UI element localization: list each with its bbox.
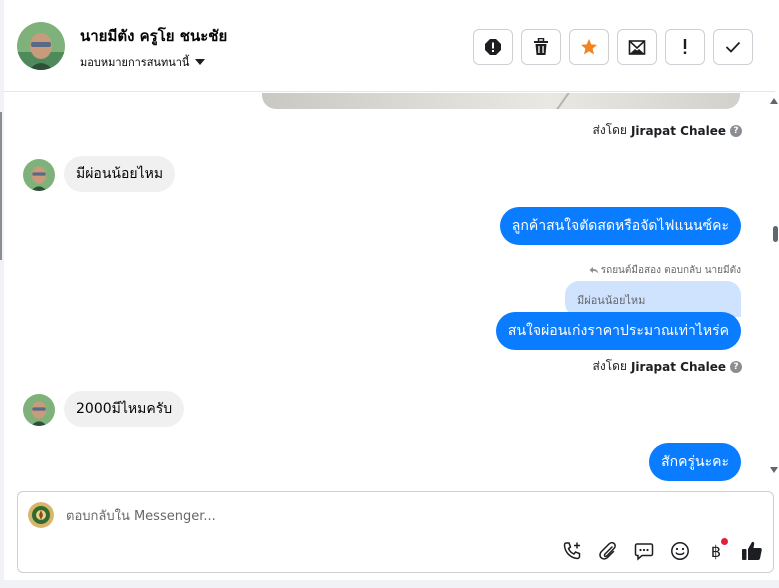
- phone-plus-icon: [563, 542, 581, 560]
- mark-unread-button[interactable]: [617, 29, 657, 65]
- contact-avatar-small[interactable]: [23, 394, 55, 426]
- outgoing-message[interactable]: ลูกค้าสนใจตัดสดหรือจัดไฟแนนซ์คะ: [499, 207, 741, 245]
- thumbs-up-icon: [742, 541, 762, 560]
- trash-icon: [534, 38, 548, 55]
- header-actions: [473, 29, 753, 65]
- saved-replies-button[interactable]: [633, 540, 655, 562]
- done-icon: [725, 41, 741, 53]
- call-button[interactable]: [561, 540, 583, 562]
- reply-composer: ฿: [17, 491, 774, 573]
- attached-image[interactable]: [262, 93, 740, 109]
- spam-icon: [485, 39, 501, 55]
- star-icon: [581, 39, 597, 55]
- like-button[interactable]: [741, 540, 763, 562]
- caret-down-icon: [195, 59, 206, 65]
- baht-icon: ฿: [710, 541, 722, 561]
- conversation-header: นายมีตัง ครูโย ชนะชัย มอบหมายการสนทนานี้: [4, 2, 775, 92]
- assign-label: มอบหมายการสนทนานี้: [80, 56, 190, 69]
- mark-done-button[interactable]: [713, 29, 753, 65]
- agent-name: Jirapat Chalee: [630, 359, 726, 374]
- reply-context-text: รถยนต์มือสอง ตอบกลับ นายมีตัง: [600, 265, 741, 276]
- help-icon[interactable]: ?: [730, 360, 742, 373]
- notification-dot: [721, 538, 728, 545]
- emoji-button[interactable]: [669, 540, 691, 562]
- contact-name: นายมีตัง ครูโย ชนะชัย: [80, 27, 228, 45]
- composer-tools: ฿: [561, 538, 763, 562]
- outgoing-message[interactable]: สักครู่นะคะ: [649, 443, 741, 481]
- conversation-panel: นายมีตัง ครูโย ชนะชัย มอบหมายการสนทนานี้: [4, 2, 778, 580]
- payment-button[interactable]: ฿: [705, 538, 728, 562]
- scroll-up-arrow[interactable]: [770, 98, 778, 104]
- page-logo: [28, 502, 54, 528]
- edge-marker: [0, 112, 2, 260]
- agent-name: Jirapat Chalee: [630, 123, 726, 138]
- help-icon[interactable]: ?: [730, 124, 742, 137]
- incoming-message[interactable]: 2000มีไหมครับ: [64, 391, 185, 427]
- delete-button[interactable]: [521, 29, 561, 65]
- star-button[interactable]: [569, 29, 609, 65]
- message-list: ส่งโดย Jirapat Chalee ? มีผ่อนน้อยไหม ลู…: [4, 93, 775, 485]
- smiley-icon: [671, 542, 689, 560]
- reply-input[interactable]: [66, 504, 546, 528]
- chat-bubble-icon: [634, 543, 654, 561]
- paperclip-icon: [599, 541, 616, 560]
- scroll-down-arrow[interactable]: [770, 467, 778, 473]
- bottom-edge: [0, 580, 779, 588]
- sent-by-prefix: ส่งโดย: [592, 123, 627, 137]
- spam-button[interactable]: [473, 29, 513, 65]
- follow-up-button[interactable]: [665, 29, 705, 65]
- contact-avatar-small[interactable]: [23, 159, 55, 191]
- follow-up-icon: [683, 39, 687, 54]
- contact-avatar[interactable]: [17, 22, 65, 70]
- sent-by-prefix: ส่งโดย: [592, 359, 627, 373]
- reply-context: รถยนต์มือสอง ตอบกลับ นายมีตัง: [589, 263, 741, 278]
- scroll-thumb[interactable]: [773, 226, 778, 242]
- attach-button[interactable]: [597, 540, 619, 562]
- incoming-message[interactable]: มีผ่อนน้อยไหม: [64, 156, 176, 192]
- reply-arrow-icon: [589, 267, 599, 274]
- sent-by-label: ส่งโดย Jirapat Chalee ?: [592, 121, 742, 140]
- assign-conversation-dropdown[interactable]: มอบหมายการสนทนานี้: [80, 53, 206, 71]
- mark-unread-icon: [628, 40, 646, 55]
- sent-by-label: ส่งโดย Jirapat Chalee ?: [592, 357, 742, 376]
- message-scrollbar[interactable]: [768, 93, 778, 485]
- outgoing-message[interactable]: สนใจผ่อนเก่งราคาประมาณเท่าไหร่ค: [495, 312, 741, 350]
